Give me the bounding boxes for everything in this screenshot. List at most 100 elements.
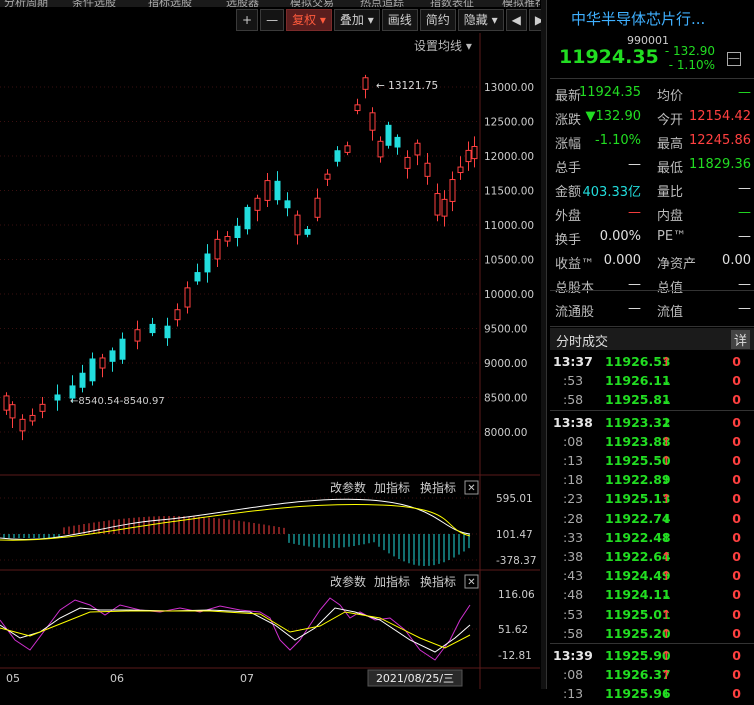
candle-body bbox=[79, 372, 86, 388]
price-axis-label: 9000.00 bbox=[484, 358, 527, 370]
price-axis-label: 11500.00 bbox=[484, 186, 534, 198]
price-axis-label: 8000.00 bbox=[484, 427, 527, 439]
quote-label: 总手 bbox=[555, 161, 582, 176]
candle-body bbox=[214, 238, 221, 260]
quote-label: 最低 bbox=[657, 161, 684, 176]
candle-body bbox=[304, 228, 311, 235]
tick-row: :58 11925.81 ↓ 0 bbox=[553, 392, 749, 411]
arrow-down-icon: ↓ bbox=[661, 373, 672, 389]
quote-value: 11829.36 bbox=[688, 157, 751, 172]
quote-row: 收益™ 0.000 净资产 0.00 bbox=[555, 253, 751, 275]
price-change: - 132.90 - 1.10% bbox=[659, 44, 715, 72]
quote-value: — bbox=[628, 205, 641, 220]
tick-time: :08 bbox=[563, 667, 584, 683]
tick-row: :58 11925.20 ↑ 0 bbox=[553, 626, 749, 645]
candle-body bbox=[89, 358, 96, 382]
quote-row: 总股本 — 总值 — bbox=[555, 277, 751, 299]
tick-time: :53 bbox=[563, 373, 584, 389]
candle-body bbox=[434, 193, 441, 216]
quote-label: 净资产 bbox=[657, 257, 697, 272]
divider bbox=[550, 290, 754, 291]
tick-time: :33 bbox=[563, 529, 584, 545]
candle-body bbox=[362, 77, 369, 90]
quote-row: 涨幅 -1.10% 最高 12245.86 bbox=[555, 133, 751, 155]
quote-label: 收益™ bbox=[555, 257, 595, 272]
quote-value: 11924.35 bbox=[578, 85, 641, 100]
candle-body bbox=[274, 180, 281, 201]
tick-row: :48 11924.11 ↓ 0 bbox=[553, 587, 749, 606]
price-axis-label: 12000.00 bbox=[484, 151, 534, 163]
change-percent: - 1.10% bbox=[668, 58, 715, 72]
tick-volume: 0 bbox=[732, 414, 741, 430]
prev-button[interactable]: ◀ bbox=[505, 9, 527, 31]
arrow-up-icon: ↑ bbox=[661, 549, 672, 564]
candle-body bbox=[39, 403, 46, 412]
quote-row: 流通股 — 流值 — bbox=[555, 301, 751, 323]
arrow-down-icon: ↓ bbox=[661, 472, 672, 488]
candle-body bbox=[134, 329, 141, 342]
candle-body bbox=[465, 149, 472, 163]
candle-body bbox=[441, 198, 448, 217]
tick-time: :58 bbox=[563, 625, 584, 641]
quote-row: 涨跌 ▼132.90 今开 12154.42 bbox=[555, 109, 751, 131]
last-price: 11924.35 bbox=[559, 46, 659, 68]
tick-volume: 0 bbox=[732, 354, 741, 369]
arrow-up-icon: ↑ bbox=[661, 667, 672, 683]
quote-label: 量比 bbox=[657, 185, 684, 200]
change-value: - 132.90 bbox=[664, 44, 715, 58]
kdj-close-icon: ✕ bbox=[467, 577, 475, 588]
arrow-down-icon: ↓ bbox=[661, 414, 672, 430]
arrow-up-icon: ↑ bbox=[661, 491, 672, 507]
quote-value: 12245.86 bbox=[688, 133, 751, 148]
draw-line-button[interactable]: 画线 bbox=[381, 9, 418, 31]
price-axis-label: 9500.00 bbox=[484, 324, 527, 336]
arrow-down-icon: ↓ bbox=[661, 587, 672, 603]
hide-dropdown[interactable]: 隐藏 ▾ bbox=[457, 9, 504, 31]
tick-row: :33 11922.48 ↓ 0 bbox=[553, 530, 749, 549]
tick-row: :08 11926.37 ↑ 0 bbox=[553, 667, 749, 686]
candle-body bbox=[424, 162, 431, 177]
ticks-detail-button[interactable]: 详 bbox=[730, 330, 750, 349]
quote-label: 外盘 bbox=[555, 209, 582, 224]
zoom-out-button[interactable]: — bbox=[260, 9, 285, 31]
index-name[interactable]: 中华半导体芯片行... bbox=[571, 8, 705, 29]
kdj-param-button: 改参数 bbox=[330, 574, 366, 589]
tick-volume: 0 bbox=[732, 648, 741, 663]
x-axis-label: 07 bbox=[240, 672, 254, 685]
candle-body bbox=[194, 272, 201, 282]
tick-volume: 0 bbox=[732, 667, 741, 683]
kline-chart[interactable]: 13000.00 12500.00 12000.00 11500.00 11000.00… bbox=[0, 0, 540, 689]
tick-volume: 0 bbox=[732, 606, 741, 622]
kdj-axis-label: 51.62 bbox=[498, 624, 528, 636]
quote-label: 最高 bbox=[657, 137, 684, 152]
tick-volume: 0 bbox=[732, 453, 741, 468]
collapse-button[interactable]: — bbox=[727, 52, 741, 66]
tick-row: :23 11925.13 ↑ 0 bbox=[553, 491, 749, 510]
quote-value: — bbox=[738, 205, 751, 220]
quote-label: 最新 bbox=[555, 89, 582, 104]
tick-row: :08 11923.88 ↑ 0 bbox=[553, 434, 749, 453]
quote-row: 总手 — 最低 11829.36 bbox=[555, 157, 751, 179]
tick-time: :43 bbox=[563, 568, 584, 584]
quote-value: — bbox=[628, 157, 641, 172]
macd-param-button: 改参数 bbox=[330, 480, 366, 495]
simple-mode-button[interactable]: 简约 bbox=[419, 9, 456, 31]
zoom-in-button[interactable]: + bbox=[236, 9, 259, 31]
date-badge-label: 2021/08/25/三 bbox=[376, 672, 454, 685]
quote-label: 总值 bbox=[657, 281, 684, 296]
price-axis-label: 8500.00 bbox=[484, 393, 527, 405]
chart-toolbar: + — 复权 ▾ 叠加 ▾ 画线 简约 隐藏 ▾ ◀ ▶ bbox=[236, 9, 551, 31]
overlay-dropdown[interactable]: 叠加 ▾ bbox=[333, 9, 380, 31]
ma-setting-dropdown[interactable]: 设置均线 ▾ bbox=[414, 37, 472, 54]
quote-label: 涨跌 bbox=[555, 113, 582, 128]
fuquan-dropdown[interactable]: 复权 ▾ bbox=[286, 9, 332, 31]
tick-volume: 0 bbox=[732, 373, 741, 389]
tick-row: :53 11925.01 ↑ 0 bbox=[553, 607, 749, 626]
macd-add-button: 加指标 bbox=[374, 480, 410, 495]
arrow-up-icon: ↑ bbox=[661, 606, 672, 622]
quote-value: — bbox=[738, 301, 751, 316]
quote-value: -1.10% bbox=[595, 133, 641, 148]
arrow-up-icon: ↑ bbox=[661, 568, 672, 584]
quote-label: PE™ bbox=[657, 229, 687, 244]
candle-body bbox=[164, 325, 171, 339]
